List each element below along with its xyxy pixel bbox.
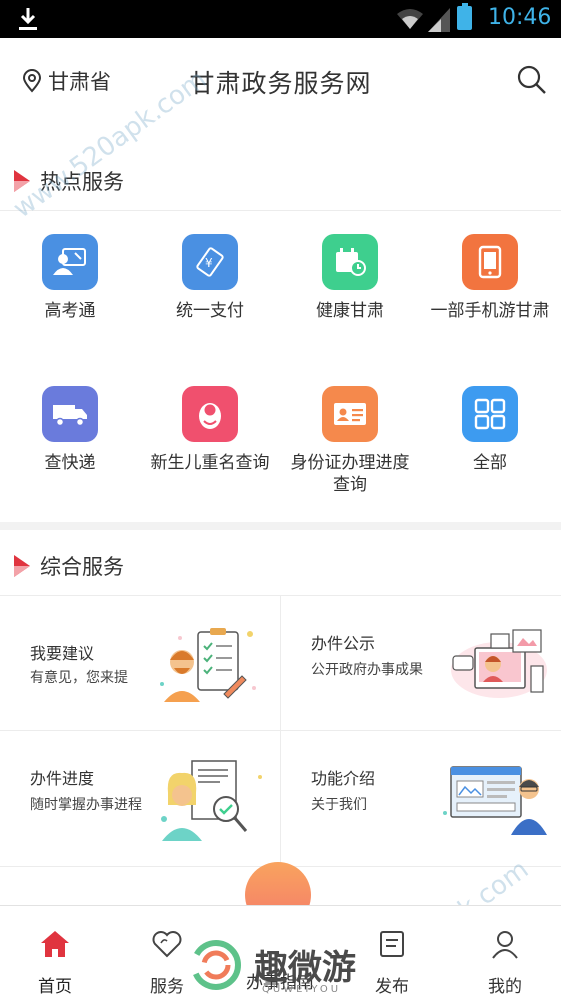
card-title: 办件进度	[30, 769, 95, 788]
wifi-icon	[397, 9, 423, 29]
section-flag-icon	[14, 555, 30, 577]
service-unified-payment[interactable]: ¥ 统一支付	[140, 234, 280, 322]
heart-icon	[152, 931, 182, 958]
progress-illustration	[161, 760, 262, 841]
card-title: 办件公示	[311, 634, 376, 653]
service-label: 高考通	[44, 301, 96, 321]
phone-icon	[462, 234, 518, 290]
service-label: 身份证办理进度查询	[290, 453, 410, 495]
general-services-title: 综合服务	[40, 555, 124, 579]
card-title: 功能介绍	[311, 769, 376, 788]
suggestion-illustration	[160, 628, 256, 702]
service-gaokaotong[interactable]: 高考通	[0, 234, 140, 322]
nav-label: 首页	[38, 977, 72, 997]
grid-all-icon	[462, 386, 518, 442]
card-title: 我要建议	[30, 644, 95, 663]
card-desc: 关于我们	[311, 797, 367, 813]
search-icon[interactable]	[516, 64, 548, 96]
card-desc: 公开政府办事成果	[311, 662, 423, 678]
divider	[0, 210, 561, 211]
page-title: 甘肃政务服务网	[189, 69, 372, 98]
watermark-logo-text: 趣微游	[254, 948, 356, 988]
battery-icon	[457, 3, 472, 30]
svg-text:¥: ¥	[205, 256, 213, 270]
service-label: 查快递	[44, 453, 96, 473]
card-desc: 随时掌握办事进程	[30, 797, 142, 813]
service-label: 新生儿重名查询	[150, 453, 270, 473]
clock: 10:46	[488, 5, 552, 30]
card-about[interactable]: 功能介绍 关于我们	[281, 731, 561, 865]
card-publicity[interactable]: 办件公示 公开政府办事成果	[281, 596, 561, 730]
section-divider	[0, 522, 561, 530]
service-label: 统一支付	[176, 301, 244, 321]
id-card-icon	[322, 386, 378, 442]
signal-icon	[428, 8, 450, 32]
service-label: 一部手机游甘肃	[430, 301, 550, 321]
about-illustration	[443, 766, 547, 835]
service-label: 全部	[473, 453, 507, 473]
service-newborn-name[interactable]: 新生儿重名查询	[140, 386, 280, 474]
card-suggestion[interactable]: 我要建议 有意见，您来提	[0, 596, 280, 730]
status-bar: 10:46	[0, 0, 561, 38]
service-mobile-travel[interactable]: 一部手机游甘肃	[420, 234, 560, 322]
service-label: 健康甘肃	[316, 301, 384, 321]
nav-home[interactable]: 首页	[10, 928, 100, 997]
general-services-header: 综合服务	[14, 551, 124, 581]
service-healthy-gansu[interactable]: 健康甘肃	[280, 234, 420, 322]
delivery-truck-icon	[42, 386, 98, 442]
watermark-logo-subtext: QUWEIYOU	[262, 984, 342, 995]
download-icon	[19, 8, 37, 30]
nav-mine[interactable]: 我的	[460, 928, 550, 997]
publish-icon	[380, 931, 404, 957]
payment-icon: ¥	[182, 234, 238, 290]
home-icon	[41, 931, 69, 957]
exam-icon	[42, 234, 98, 290]
card-desc: 有意见，您来提	[30, 670, 128, 686]
service-id-card-progress[interactable]: 身份证办理进度查询	[280, 386, 420, 496]
card-progress[interactable]: 办件进度 随时掌握办事进程	[0, 731, 280, 865]
service-express[interactable]: 查快递	[0, 386, 140, 474]
publicity-illustration	[451, 629, 547, 698]
service-all[interactable]: 全部	[420, 386, 560, 474]
user-icon	[492, 931, 518, 959]
nav-label: 我的	[488, 977, 522, 997]
health-calendar-icon	[322, 234, 378, 290]
baby-icon	[182, 386, 238, 442]
